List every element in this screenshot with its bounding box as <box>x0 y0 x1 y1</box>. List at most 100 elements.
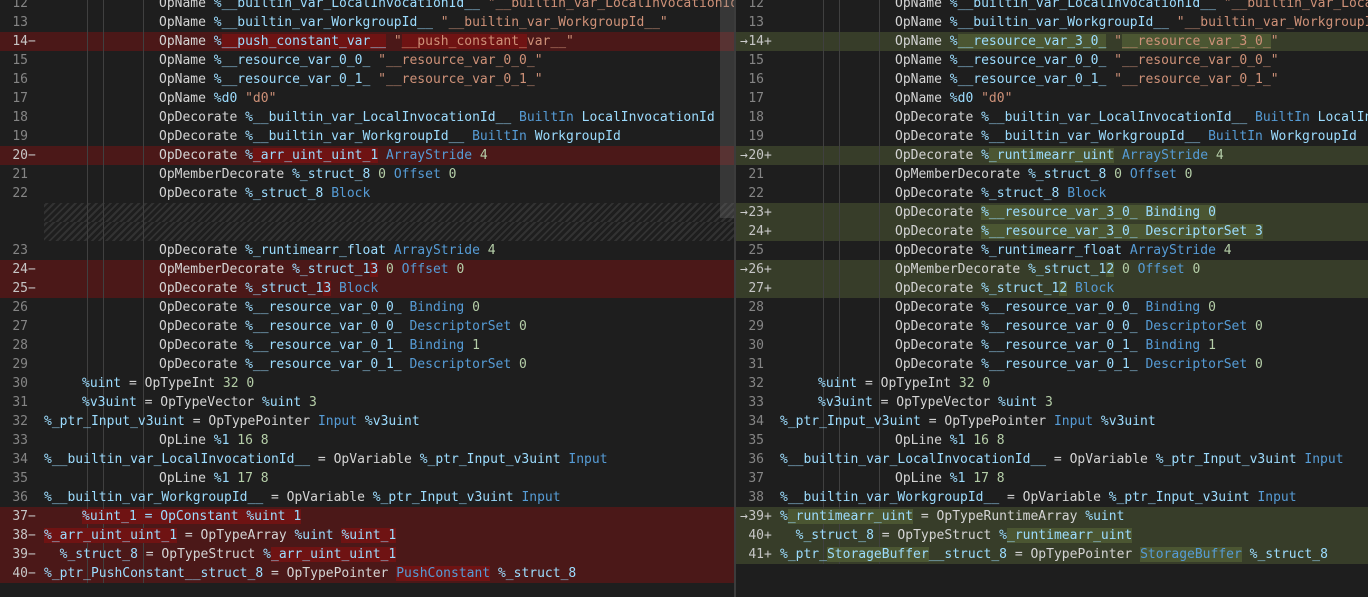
code-line[interactable]: 32 %uint = OpTypeInt 32 0 <box>736 374 1368 393</box>
code-text: OpName %__builtin_var_LocalInvocationId_… <box>780 0 1368 13</box>
code-line[interactable]: 16 OpName %__resource_var_0_1_ "__resourc… <box>736 70 1368 89</box>
code-line[interactable]: 17 OpName %d0 "d0" <box>736 89 1368 108</box>
code-line[interactable]: 36 %__builtin_var_LocalInvocationId__ = O… <box>736 450 1368 469</box>
code-line[interactable]: 19 OpDecorate %__builtin_var_WorkgroupId_… <box>736 127 1368 146</box>
code-line[interactable]: 19 OpDecorate %__builtin_var_WorkgroupId_… <box>0 127 734 146</box>
inserted-line[interactable]: → 14 + OpName %__resource_var_3_0_ "__resou… <box>736 32 1368 51</box>
filler-row[interactable] <box>0 222 734 241</box>
code-line[interactable]: 36 %__builtin_var_WorkgroupId__ = OpVaria… <box>0 488 734 507</box>
code-token: OpDecorate <box>895 338 982 353</box>
code-token: LocalInvocationId <box>581 110 715 125</box>
code-line[interactable]: 15 OpName %__resource_var_0_0_ "__resourc… <box>0 51 734 70</box>
line-number: 41 <box>748 547 764 562</box>
code-token: "__builtin_var_WorkgroupId__" <box>1176 15 1368 30</box>
inserted-line[interactable]: 27 + OpDecorate %_struct_12 Block <box>736 279 1368 298</box>
code-token: %__builtin_var_WorkgroupId__ <box>949 15 1169 30</box>
removed-line[interactable]: 14− OpName %__push_constant_var__ "__push… <box>0 32 734 51</box>
code-text: OpDecorate %_runtimearr_float ArrayStrid… <box>44 241 496 260</box>
code-token: OpDecorate <box>159 243 246 258</box>
code-line[interactable]: 17 OpName %d0 "d0" <box>0 89 734 108</box>
code-line[interactable]: 18 OpDecorate %__builtin_var_LocalInvocat… <box>736 108 1368 127</box>
code-text: OpDecorate %_struct_12 Block <box>780 279 1114 298</box>
code-line[interactable]: 35 OpLine %1 17 8 <box>0 469 734 488</box>
scrollbar-thumb[interactable] <box>720 0 734 218</box>
inserted-line[interactable]: 41 + %_ptr_StorageBuffer__struct_8 = OpTyp… <box>736 545 1368 564</box>
code-text: OpName %__builtin_var_WorkgroupId__ "__b… <box>780 13 1368 32</box>
code-line[interactable]: 28 OpDecorate %__resource_var_0_0_ Bindin… <box>736 298 1368 317</box>
code-line[interactable]: 38 %__builtin_var_WorkgroupId__ = OpVaria… <box>736 488 1368 507</box>
original-pane[interactable]: 12 OpName %__builtin_var_LocalInvocationI… <box>0 0 734 597</box>
line-number: 29 <box>12 357 28 372</box>
code-line[interactable]: 34 %__builtin_var_LocalInvocationId__ = O… <box>0 450 734 469</box>
code-token: OpDecorate <box>159 300 246 315</box>
inserted-line[interactable]: → 26 + OpMemberDecorate %_struct_12 0 Offse… <box>736 260 1368 279</box>
code-line[interactable]: 26 OpDecorate %__resource_var_0_0_ Bindin… <box>0 298 734 317</box>
removed-line[interactable]: 20− OpDecorate %_arr_uint_uint_1 ArrayStr… <box>0 146 734 165</box>
code-token: %uint <box>294 528 334 543</box>
code-token: Binding <box>409 300 465 315</box>
code-line[interactable]: 12 OpName %__builtin_var_LocalInvocationI… <box>0 0 734 13</box>
removed-line[interactable]: 25− OpDecorate %_struct_13 Block <box>0 279 734 298</box>
code-line[interactable]: 33 %v3uint = OpTypeVector %uint 3 <box>736 393 1368 412</box>
arrow-right-icon[interactable]: → <box>740 507 748 526</box>
removed-line[interactable]: 38− %_arr_uint_uint_1 = OpTypeArray %uint… <box>0 526 734 545</box>
code-line[interactable]: 22 OpDecorate %_struct_8 Block <box>736 184 1368 203</box>
arrow-right-icon[interactable]: → <box>740 146 748 165</box>
code-line[interactable]: 18 OpDecorate %__builtin_var_LocalInvocat… <box>0 108 734 127</box>
line-gutter: 33 <box>736 393 780 412</box>
arrow-right-icon[interactable]: → <box>740 260 748 279</box>
removed-line[interactable]: 39− %_struct_8 = OpTypeStruct %_arr_uint… <box>0 545 734 564</box>
code-line[interactable]: 13 OpName %__builtin_var_WorkgroupId__ "_… <box>0 13 734 32</box>
inserted-line[interactable]: → 39 + %_runtimearr_uint = OpTypeRuntimeArr… <box>736 507 1368 526</box>
modified-pane[interactable]: 12 OpName %__builtin_var_LocalInvocationI… <box>736 0 1368 597</box>
code-line[interactable]: 25 OpDecorate %_runtimearr_float ArrayStr… <box>736 241 1368 260</box>
code-line[interactable]: 30 %uint = OpTypeInt 32 0 <box>0 374 734 393</box>
arrow-right-icon[interactable]: → <box>740 203 748 222</box>
code-line[interactable]: 31 OpDecorate %__resource_var_0_1_ Descri… <box>736 355 1368 374</box>
filler-row[interactable] <box>0 203 734 222</box>
code-line[interactable]: 31 %v3uint = OpTypeVector %uint 3 <box>0 393 734 412</box>
code-token: Input <box>317 414 358 429</box>
code-line[interactable]: 27 OpDecorate %__resource_var_0_0_ Descri… <box>0 317 734 336</box>
line-number: 16 <box>748 72 764 87</box>
plus-icon: + <box>764 547 772 562</box>
code-text: %__builtin_var_LocalInvocationId__ = OpV… <box>44 450 608 469</box>
code-line[interactable]: 21 OpMemberDecorate %_struct_8 0 Offset 0 <box>0 165 734 184</box>
code-line[interactable]: 13 OpName %__builtin_var_WorkgroupId__ "_… <box>736 13 1368 32</box>
code-line[interactable]: 32 %_ptr_Input_v3uint = OpTypePointer Inp… <box>0 412 734 431</box>
inserted-line[interactable]: → 23 + OpDecorate %__resource_var_3_0_ Bind… <box>736 203 1368 222</box>
code-line[interactable]: 22 OpDecorate %_struct_8 Block <box>0 184 734 203</box>
line-gutter: 38 <box>736 488 780 507</box>
code-line[interactable]: 16 OpName %__resource_var_0_1_ "__resourc… <box>0 70 734 89</box>
code-line[interactable]: 29 OpDecorate %__resource_var_0_0_ Descri… <box>736 317 1368 336</box>
code-token: " <box>1270 34 1279 49</box>
code-line[interactable]: 37 OpLine %1 17 8 <box>736 469 1368 488</box>
code-line[interactable]: 28 OpDecorate %__resource_var_0_1_ Bindin… <box>0 336 734 355</box>
inserted-line[interactable]: 24 + OpDecorate %__resource_var_3_0_ Descr… <box>736 222 1368 241</box>
code-token: OpDecorate <box>159 338 246 353</box>
code-line[interactable]: 29 OpDecorate %__resource_var_0_1_ Descri… <box>0 355 734 374</box>
code-text: OpDecorate %__resource_var_0_0_ Descript… <box>44 317 527 336</box>
code-line[interactable]: 21 OpMemberDecorate %_struct_8 0 Offset 0 <box>736 165 1368 184</box>
code-line[interactable]: 35 OpLine %1 16 8 <box>736 431 1368 450</box>
line-gutter: 27 <box>0 317 44 336</box>
code-line[interactable]: 34 %_ptr_Input_v3uint = OpTypePointer Inp… <box>736 412 1368 431</box>
code-token: 1 <box>472 338 480 353</box>
removed-line[interactable]: 24− OpMemberDecorate %_struct_13 0 Offset… <box>0 260 734 279</box>
code-line[interactable]: 15 OpName %__resource_var_0_0_ "__resourc… <box>736 51 1368 70</box>
code-line[interactable]: 12 OpName %__builtin_var_LocalInvocationI… <box>736 0 1368 13</box>
code-line[interactable]: 30 OpDecorate %__resource_var_0_1_ Bindin… <box>736 336 1368 355</box>
removed-line[interactable]: 40− %_ptr_PushConstant__struct_8 = OpType… <box>0 564 734 583</box>
code-line[interactable]: 33 OpLine %1 16 8 <box>0 431 734 450</box>
code-line[interactable]: 23 OpDecorate %_runtimearr_float ArrayStr… <box>0 241 734 260</box>
removed-line[interactable]: 37− %uint_1 = OpConstant %uint 1 <box>0 507 734 526</box>
line-gutter: 19 <box>736 127 780 146</box>
arrow-right-icon[interactable]: → <box>740 32 748 51</box>
inserted-line[interactable]: → 20 + OpDecorate %_runtimearr_uint ArraySt… <box>736 146 1368 165</box>
inserted-line[interactable]: 40 + %_struct_8 = OpTypeStruct %_runtimea… <box>736 526 1368 545</box>
